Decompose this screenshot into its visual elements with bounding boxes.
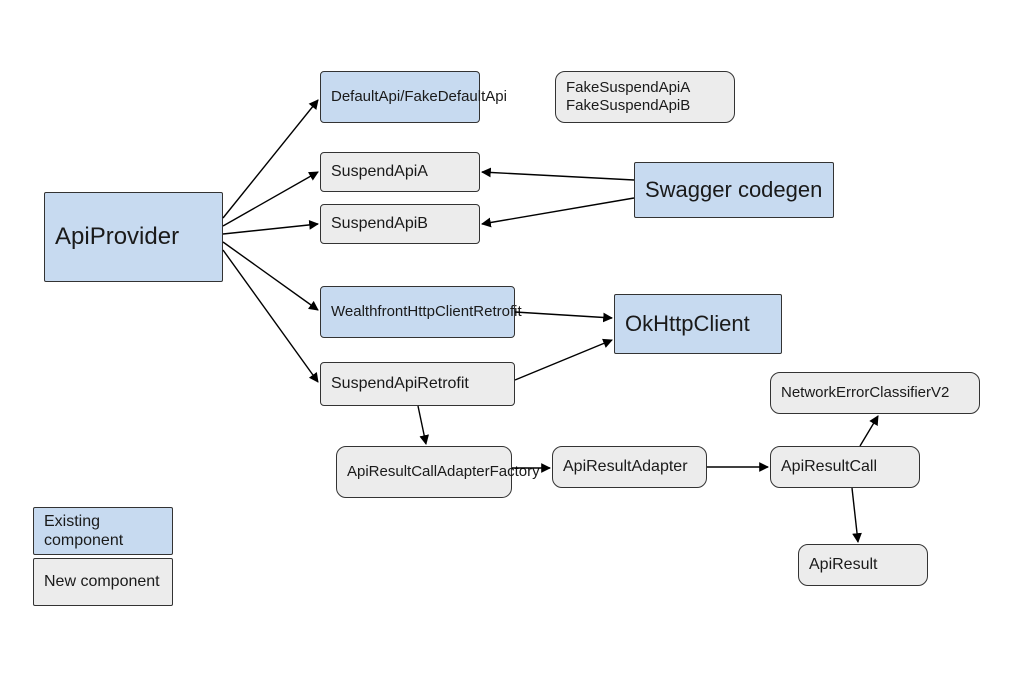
edge-apiprovider-suspendretrofit [223, 250, 318, 382]
node-suspendapia-label: SuspendApiA [331, 162, 428, 181]
node-apiresult: ApiResult [798, 544, 928, 586]
node-wfretrofit: WealthfrontHttpClientRetrofit [320, 286, 515, 338]
node-suspendapib-label: SuspendApiB [331, 214, 428, 233]
edge-suspendretrofit-factory [418, 406, 426, 444]
node-fakesuspend-a: FakeSuspendApiA [566, 79, 690, 97]
diagram-canvas: Existing component New component ApiProv… [0, 0, 1024, 686]
edge-wfretrofit-okhttp [515, 312, 612, 318]
node-apiresult-label: ApiResult [809, 555, 877, 574]
node-suspendapib: SuspendApiB [320, 204, 480, 244]
node-okhttp: OkHttpClient [614, 294, 782, 354]
node-arcall: ApiResultCall [770, 446, 920, 488]
edge-apiprovider-suspendapib [223, 224, 318, 234]
edge-swagger-suspendapia [482, 172, 634, 180]
legend-existing-label: Existing component [44, 512, 162, 550]
node-suspendretrofit-label: SuspendApiRetrofit [331, 374, 469, 393]
legend-new-label: New component [44, 572, 160, 591]
node-okhttp-label: OkHttpClient [625, 311, 750, 337]
node-swagger-label: Swagger codegen [645, 177, 822, 203]
node-neclassifier: NetworkErrorClassifierV2 [770, 372, 980, 414]
node-apiprovider-label: ApiProvider [55, 223, 179, 252]
node-neclassifier-label: NetworkErrorClassifierV2 [781, 384, 949, 402]
node-suspendapia: SuspendApiA [320, 152, 480, 192]
node-fakesuspend: FakeSuspendApiA FakeSuspendApiB [555, 71, 735, 123]
node-wfretrofit-label: WealthfrontHttpClientRetrofit [331, 303, 522, 321]
node-arcfactory-label: ApiResultCallAdapterFactory [347, 463, 540, 481]
edge-call-apiresult [852, 488, 858, 542]
edge-call-neclassifier [860, 416, 878, 446]
edge-apiprovider-wfretrofit [223, 242, 318, 310]
edge-swagger-suspendapib [482, 198, 634, 224]
node-aradapter-label: ApiResultAdapter [563, 457, 688, 476]
edge-apiprovider-defaultapi [223, 100, 318, 218]
edge-apiprovider-suspendapia [223, 172, 318, 226]
node-defaultapi-label: DefaultApi/FakeDefaultApi [331, 88, 507, 106]
edge-suspendretrofit-okhttp [515, 340, 612, 380]
node-arcfactory: ApiResultCallAdapterFactory [336, 446, 512, 498]
node-fakesuspend-b: FakeSuspendApiB [566, 97, 690, 115]
legend-existing: Existing component [33, 507, 173, 555]
node-apiprovider: ApiProvider [44, 192, 223, 282]
node-arcall-label: ApiResultCall [781, 457, 877, 476]
node-suspendretrofit: SuspendApiRetrofit [320, 362, 515, 406]
node-defaultapi: DefaultApi/FakeDefaultApi [320, 71, 480, 123]
node-aradapter: ApiResultAdapter [552, 446, 707, 488]
node-swagger: Swagger codegen [634, 162, 834, 218]
legend-new: New component [33, 558, 173, 606]
